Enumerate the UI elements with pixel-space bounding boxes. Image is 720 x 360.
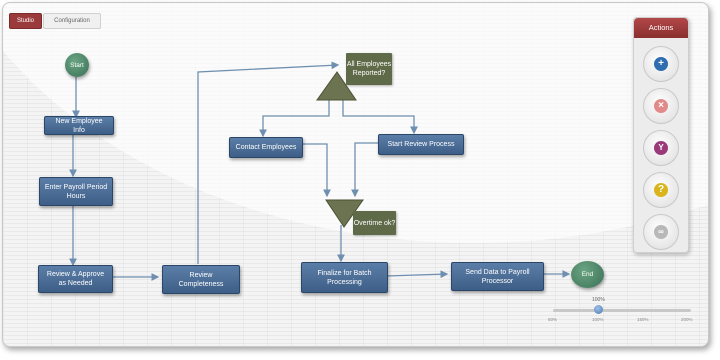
add-icon: + (654, 57, 668, 71)
step-contact-employees[interactable]: Contact Employees (229, 137, 303, 158)
zoom-value: 100% (592, 297, 605, 303)
zoom-control: 100% 50% 100% 150% 200% (548, 297, 698, 327)
step-enter-payroll-hours[interactable]: Enter Payroll Period Hours (39, 177, 113, 206)
branch-icon: Y (654, 141, 668, 155)
step-label: Start Review Process (387, 141, 455, 148)
workflow-studio-window: Studio Configuration Start New Employee … (0, 0, 720, 360)
connector-decision-to-contact (259, 98, 330, 138)
step-label: Review Completeness (178, 271, 224, 288)
delete-icon: × (654, 99, 668, 113)
step-label: Send Data to Payroll Processor (465, 268, 530, 285)
help-icon: ? (654, 183, 668, 197)
connector-start-review-to-overtime (351, 142, 379, 198)
decision-label-employees-reported[interactable]: All Employees Reported? (346, 53, 392, 85)
step-start-review-process[interactable]: Start Review Process (378, 134, 464, 155)
connector-completeness-to-decision (197, 61, 340, 264)
step-review-approve[interactable]: Review & Approve as Needed (38, 265, 113, 293)
add-step-button[interactable]: + (643, 46, 679, 82)
zoom-tick: 150% (637, 317, 649, 322)
step-label: New Employee Info (55, 117, 103, 134)
zoom-tick: 100% (592, 317, 604, 322)
step-finalize-batch-processing[interactable]: Finalize for Batch Processing (301, 262, 388, 293)
connector-contact-to-overtime (300, 143, 331, 198)
start-node[interactable]: Start (65, 53, 89, 77)
step-label: Contact Employees (235, 144, 297, 151)
connector-decision-to-start-review (342, 98, 418, 135)
end-node[interactable]: End (571, 261, 604, 288)
decision-text: Overtime ok? (353, 219, 396, 227)
step-label: Review & Approve as Needed (46, 271, 105, 287)
zoom-slider-thumb[interactable] (594, 305, 604, 314)
connector-finalize-to-send-data (385, 270, 449, 279)
actions-panel: Actions + × Y ? ∞ (633, 17, 689, 253)
step-label: Enter Payroll Period Hours (44, 183, 108, 200)
step-send-data-payroll[interactable]: Send Data to Payroll Processor (451, 262, 544, 291)
delete-step-button[interactable]: × (643, 88, 679, 124)
zoom-track[interactable] (553, 309, 691, 312)
step-new-employee-info[interactable]: New Employee Info (44, 116, 114, 135)
decision-text: All Employees Reported? (346, 61, 392, 77)
link-icon: ∞ (654, 225, 668, 239)
zoom-tick: 50% (548, 317, 558, 322)
workflow-canvas[interactable]: Studio Configuration Start New Employee … (2, 2, 709, 347)
zoom-tick: 200% (681, 317, 693, 322)
link-button[interactable]: ∞ (643, 214, 679, 250)
help-button[interactable]: ? (643, 172, 679, 208)
step-label: Finalize for Batch Processing (317, 269, 372, 286)
actions-title: Actions (634, 18, 688, 38)
branch-button[interactable]: Y (643, 130, 679, 166)
decision-label-overtime[interactable]: Overtime ok? (353, 211, 396, 235)
step-review-completeness[interactable]: Review Completeness (162, 265, 240, 294)
